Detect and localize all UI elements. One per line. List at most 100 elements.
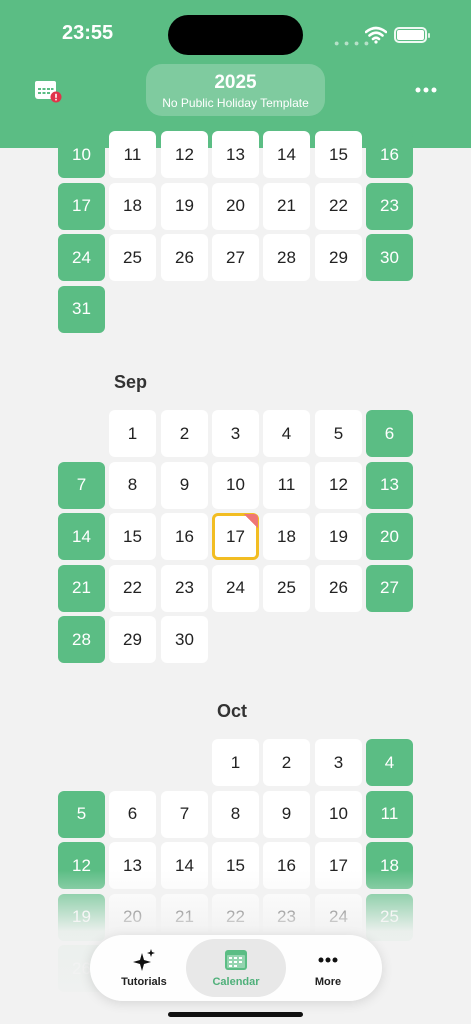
day-cell[interactable]: 22 xyxy=(315,182,362,230)
day-cell[interactable]: 24 xyxy=(315,893,362,941)
day-cell[interactable]: 9 xyxy=(161,461,208,509)
tab-bar: Tutorials Calendar More xyxy=(90,935,382,1001)
day-cell[interactable]: 3 xyxy=(212,410,259,457)
tab-more[interactable]: More xyxy=(278,939,378,997)
more-options-icon[interactable] xyxy=(411,80,441,100)
day-cell[interactable]: 10 xyxy=(58,131,105,178)
day-cell[interactable]: 12 xyxy=(315,461,362,509)
day-cell[interactable]: 6 xyxy=(109,790,156,838)
tab-tutorials[interactable]: Tutorials xyxy=(94,939,194,997)
day-cell[interactable]: 13 xyxy=(109,842,156,889)
day-cell[interactable]: 19 xyxy=(58,893,105,941)
day-cell[interactable]: 22 xyxy=(109,564,156,612)
day-cell[interactable]: 20 xyxy=(109,893,156,941)
day-cell[interactable]: 14 xyxy=(263,131,310,178)
day-cell[interactable]: 13 xyxy=(366,461,413,509)
calendar-alert-icon[interactable] xyxy=(34,78,62,104)
day-cell[interactable]: 15 xyxy=(212,842,259,889)
day-cell[interactable]: 23 xyxy=(263,893,310,941)
day-cell[interactable]: 15 xyxy=(315,131,362,178)
day-cell[interactable]: 13 xyxy=(212,131,259,178)
day-cell[interactable]: 24 xyxy=(212,564,259,612)
day-cell[interactable]: 11 xyxy=(109,131,156,178)
day-cell[interactable]: 9 xyxy=(263,790,310,838)
day-cell[interactable]: 5 xyxy=(315,410,362,457)
day-cell[interactable]: 30 xyxy=(161,616,208,663)
day-cell[interactable]: 30 xyxy=(366,234,413,281)
day-cell[interactable]: 21 xyxy=(161,893,208,941)
month-title-oct: Oct xyxy=(217,701,248,721)
day-cell[interactable]: 23 xyxy=(366,182,413,230)
home-indicator xyxy=(168,1012,303,1017)
day-cell[interactable]: 14 xyxy=(58,513,105,560)
day-cell[interactable]: 26 xyxy=(315,564,362,612)
day-cell[interactable]: 14 xyxy=(161,842,208,889)
day-cell[interactable]: 29 xyxy=(109,616,156,663)
day-cell[interactable]: 8 xyxy=(212,790,259,838)
today-corner-marker xyxy=(244,514,258,528)
day-cell[interactable]: 6 xyxy=(366,410,413,457)
month-title-sep: Sep xyxy=(114,372,148,392)
day-cell[interactable]: 25 xyxy=(109,234,156,281)
day-cell[interactable]: 8 xyxy=(109,461,156,509)
day-cell-today[interactable]: 17 xyxy=(212,513,259,560)
year-template-selector[interactable]: 2025 No Public Holiday Template xyxy=(146,64,325,116)
day-cell[interactable]: 28 xyxy=(263,234,310,281)
tab-calendar-label: Calendar xyxy=(212,976,260,988)
tab-tutorials-label: Tutorials xyxy=(121,976,167,988)
day-cell[interactable]: 20 xyxy=(212,182,259,230)
day-cell[interactable]: 16 xyxy=(161,513,208,560)
day-cell[interactable]: 1 xyxy=(109,410,156,457)
day-cell[interactable]: 10 xyxy=(212,461,259,509)
day-cell[interactable]: 18 xyxy=(109,182,156,230)
day-cell[interactable]: 26 xyxy=(161,234,208,281)
day-cell[interactable]: 10 xyxy=(315,790,362,838)
day-cell[interactable]: 25 xyxy=(263,564,310,612)
day-cell[interactable]: 17 xyxy=(58,182,105,230)
status-time: 23:55 xyxy=(62,22,114,44)
tab-more-label: More xyxy=(314,976,342,988)
day-cell[interactable]: 7 xyxy=(161,790,208,838)
day-cell[interactable]: 23 xyxy=(161,564,208,612)
day-cell[interactable]: 11 xyxy=(366,790,413,838)
day-cell[interactable]: 1 xyxy=(212,739,259,786)
template-subtitle: No Public Holiday Template xyxy=(162,96,309,110)
day-cell[interactable]: 27 xyxy=(212,234,259,281)
day-cell[interactable]: 16 xyxy=(263,842,310,889)
day-cell[interactable]: 18 xyxy=(263,513,310,560)
day-cell[interactable]: 29 xyxy=(315,234,362,281)
day-cell[interactable]: 27 xyxy=(366,564,413,612)
day-cell[interactable]: 3 xyxy=(315,739,362,786)
day-cell[interactable]: 19 xyxy=(161,182,208,230)
tab-calendar[interactable]: Calendar xyxy=(186,939,286,997)
day-cell[interactable]: 24 xyxy=(58,234,105,281)
day-cell[interactable]: 31 xyxy=(58,285,105,333)
dynamic-island xyxy=(168,15,303,55)
day-cell[interactable]: 18 xyxy=(366,842,413,889)
day-cell[interactable]: 25 xyxy=(366,893,413,941)
day-cell[interactable]: 11 xyxy=(263,461,310,509)
day-cell[interactable]: 4 xyxy=(263,410,310,457)
day-cell[interactable]: 2 xyxy=(161,410,208,457)
day-cell[interactable]: 12 xyxy=(58,842,105,889)
ellipsis-icon xyxy=(318,957,338,963)
day-cell[interactable]: 4 xyxy=(366,739,413,786)
sparkles-icon xyxy=(133,949,155,971)
wifi-icon xyxy=(365,26,387,44)
day-cell[interactable]: 20 xyxy=(366,513,413,560)
day-cell[interactable]: 19 xyxy=(315,513,362,560)
year-title: 2025 xyxy=(214,72,257,93)
day-cell[interactable]: 5 xyxy=(58,790,105,838)
day-cell[interactable]: 7 xyxy=(58,461,105,509)
day-cell[interactable]: 15 xyxy=(109,513,156,560)
top-header: 23:55 ● ● ● ● 2025 No Public Holiday Tem… xyxy=(0,0,471,148)
day-cell[interactable]: 16 xyxy=(366,131,413,178)
battery-icon xyxy=(394,27,430,43)
day-cell[interactable]: 22 xyxy=(212,893,259,941)
day-cell[interactable]: 28 xyxy=(58,616,105,663)
day-cell[interactable]: 21 xyxy=(58,564,105,612)
day-cell[interactable]: 12 xyxy=(161,131,208,178)
day-cell[interactable]: 21 xyxy=(263,182,310,230)
day-cell[interactable]: 2 xyxy=(263,739,310,786)
day-cell[interactable]: 17 xyxy=(315,842,362,889)
